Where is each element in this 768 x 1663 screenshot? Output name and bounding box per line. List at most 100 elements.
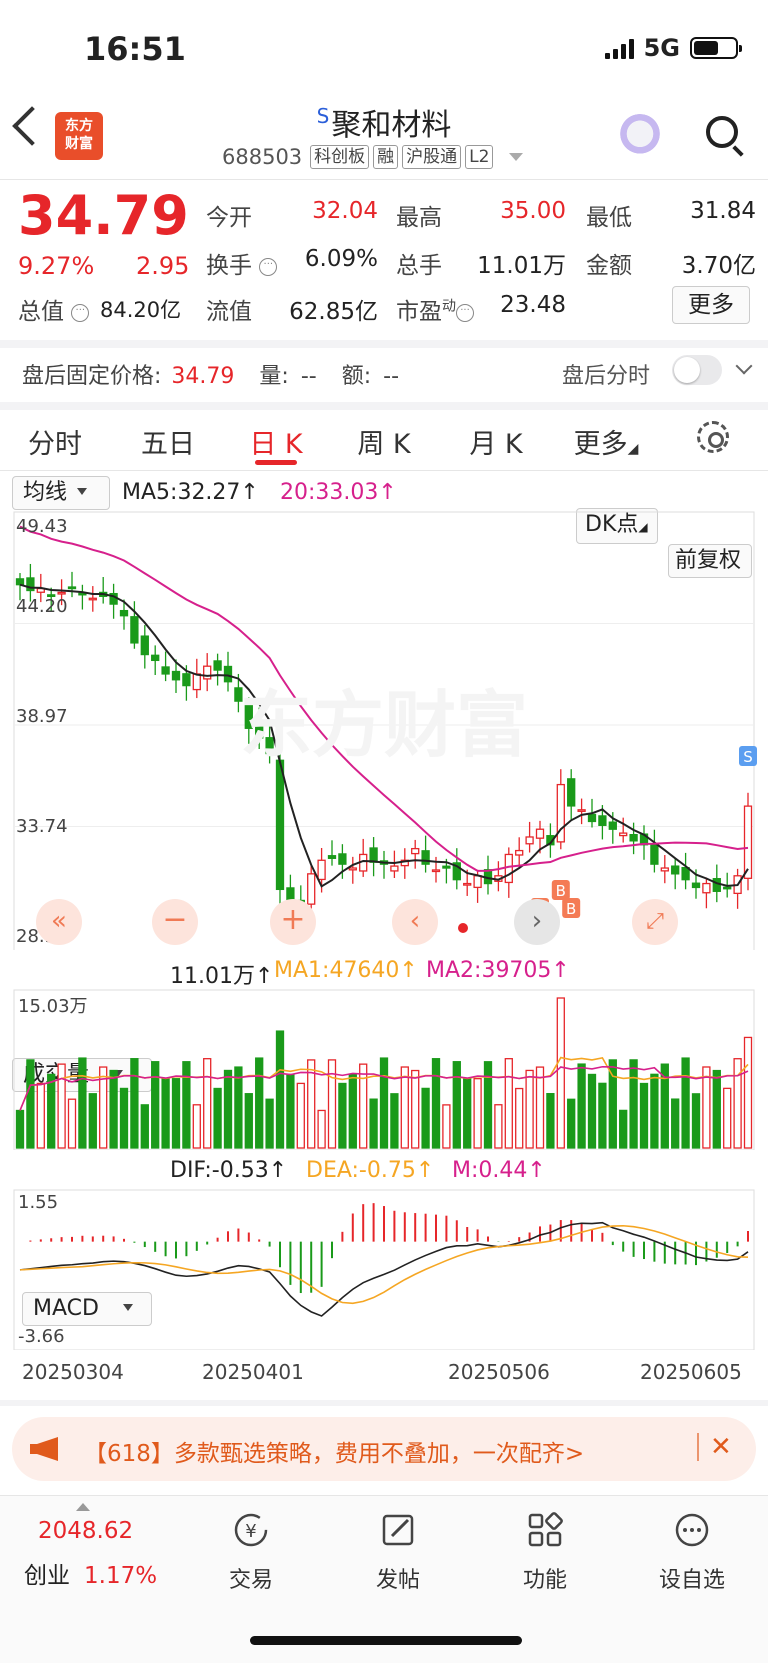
candle-body (275, 759, 285, 891)
divider (0, 470, 768, 471)
last-price: 34.79 (18, 184, 189, 247)
nav-watchlist[interactable]: 设自选 (637, 1510, 747, 1594)
promo-text[interactable]: 【618】多款甄选策略，费用不叠加，一次配齐> (84, 1434, 584, 1468)
candle-body (681, 866, 690, 881)
volume-bar (442, 1104, 451, 1149)
volume-bar (400, 1066, 409, 1149)
candle-body (369, 847, 378, 863)
volume-bar (265, 1098, 274, 1149)
volume-bar (244, 1093, 253, 1149)
volume-bar (712, 1069, 721, 1149)
trade-icon: ¥ (234, 1513, 268, 1547)
fullscreen-icon[interactable]: ⤢ (632, 899, 678, 945)
nav-trade[interactable]: ¥ 交易 (196, 1510, 306, 1594)
mcap-value: 84.20亿 (100, 298, 182, 322)
assistant-avatar-icon[interactable] (618, 114, 662, 158)
macd-y-top: 1.55 (18, 1192, 59, 1213)
candle-body (650, 844, 659, 865)
kline-chart[interactable]: BBBS东方财富 (0, 510, 768, 950)
volume-bar (15, 1109, 25, 1149)
index-value[interactable]: 2048.62 (38, 1518, 133, 1544)
ma20-legend: 20:33.03↑ (280, 480, 397, 505)
volume-bar (26, 1059, 35, 1149)
active-tab-indicator (255, 460, 297, 465)
volume-bar (255, 1057, 264, 1149)
nav-functions[interactable]: 功能 (490, 1510, 600, 1594)
volume-bar (452, 1061, 461, 1149)
volume-bar (743, 1036, 753, 1149)
more-dots-icon (675, 1513, 709, 1547)
volume-bar (650, 1073, 659, 1149)
watermark: 东方财富 (240, 683, 528, 767)
candle-body (307, 873, 316, 905)
scroll-left-icon[interactable]: « (36, 899, 82, 945)
tab-five-day[interactable]: 五日 (128, 422, 208, 461)
zoom-in-icon[interactable]: + (270, 899, 316, 945)
volume-bar (348, 1073, 357, 1149)
candle-body (130, 616, 139, 644)
volume-bar (109, 1069, 118, 1149)
volume-bar (130, 1058, 139, 1149)
step-right-icon[interactable]: › (514, 899, 560, 945)
grid-icon (528, 1512, 563, 1547)
candle-body (213, 660, 222, 671)
volume-value: 11.01万 (477, 253, 566, 279)
volume-ma1: MA1:47640↑ (274, 958, 418, 983)
candle-body (691, 882, 701, 889)
after-hours-toggle[interactable] (672, 355, 722, 385)
volume-bar (431, 1058, 441, 1149)
step-left-icon[interactable]: ‹ (392, 899, 438, 945)
candle-body (671, 865, 680, 875)
ma-selector[interactable]: 均线 (12, 476, 110, 510)
info-icon[interactable]: ··· (259, 258, 278, 276)
candle-body (577, 809, 586, 812)
tab-weekly-k[interactable]: 周 K (344, 422, 424, 461)
volume-bar (702, 1066, 711, 1149)
search-icon[interactable] (706, 116, 738, 148)
volume-bar (691, 1093, 701, 1149)
candle-body (15, 578, 25, 586)
info-icon[interactable]: ··· (456, 304, 474, 322)
tab-intraday[interactable]: 分时 (20, 422, 90, 461)
candle-body (203, 665, 212, 680)
tab-daily-k[interactable]: 日 K (236, 422, 316, 461)
stock-subtitle[interactable]: 688503 科创板 融 沪股通 L2 (222, 145, 524, 169)
volume-bar (338, 1082, 347, 1149)
volume-bar (161, 1078, 170, 1149)
candle-body (151, 654, 160, 662)
network-label: 5G (643, 34, 680, 62)
candle-body (743, 805, 753, 879)
divider (0, 179, 768, 180)
volume-bar (515, 1087, 524, 1149)
index-row[interactable]: 创业 1.17% (24, 1556, 157, 1590)
float-value: 62.85亿 (289, 299, 378, 325)
more-button[interactable]: 更多 (672, 286, 750, 324)
close-icon[interactable]: ✕ (710, 1432, 732, 1462)
volume-bar (192, 1104, 201, 1149)
tab-monthly-k[interactable]: 月 K (456, 422, 536, 461)
low-label: 最低 (586, 205, 632, 231)
volume-bar (421, 1087, 430, 1149)
tag-star-market: 科创板 (310, 145, 370, 169)
chevron-down-icon[interactable] (735, 357, 753, 375)
nav-post[interactable]: 发帖 (343, 1510, 453, 1594)
candle-body (390, 865, 399, 872)
candle-body (192, 673, 201, 691)
volume-bar (182, 1061, 191, 1149)
gear-icon[interactable] (697, 421, 729, 453)
candle-body (702, 882, 711, 894)
y-label-2: 44.20 (16, 596, 68, 617)
info-icon[interactable]: ··· (71, 304, 90, 322)
tab-more[interactable]: 更多◢ (566, 422, 646, 461)
volume-chart[interactable] (0, 988, 768, 1150)
change-amount: 2.95 (136, 252, 190, 280)
svg-text:¥: ¥ (245, 1521, 256, 1542)
candle-body (171, 670, 181, 681)
macd-chart[interactable] (0, 1188, 768, 1350)
zoom-out-icon[interactable]: − (152, 899, 198, 945)
y-label-top: 49.43 (16, 516, 68, 537)
volume-bar (47, 1073, 56, 1149)
tag-connect: 沪股通 (402, 145, 462, 169)
dropdown-icon (509, 153, 524, 161)
stock-prefix: S (316, 104, 330, 128)
